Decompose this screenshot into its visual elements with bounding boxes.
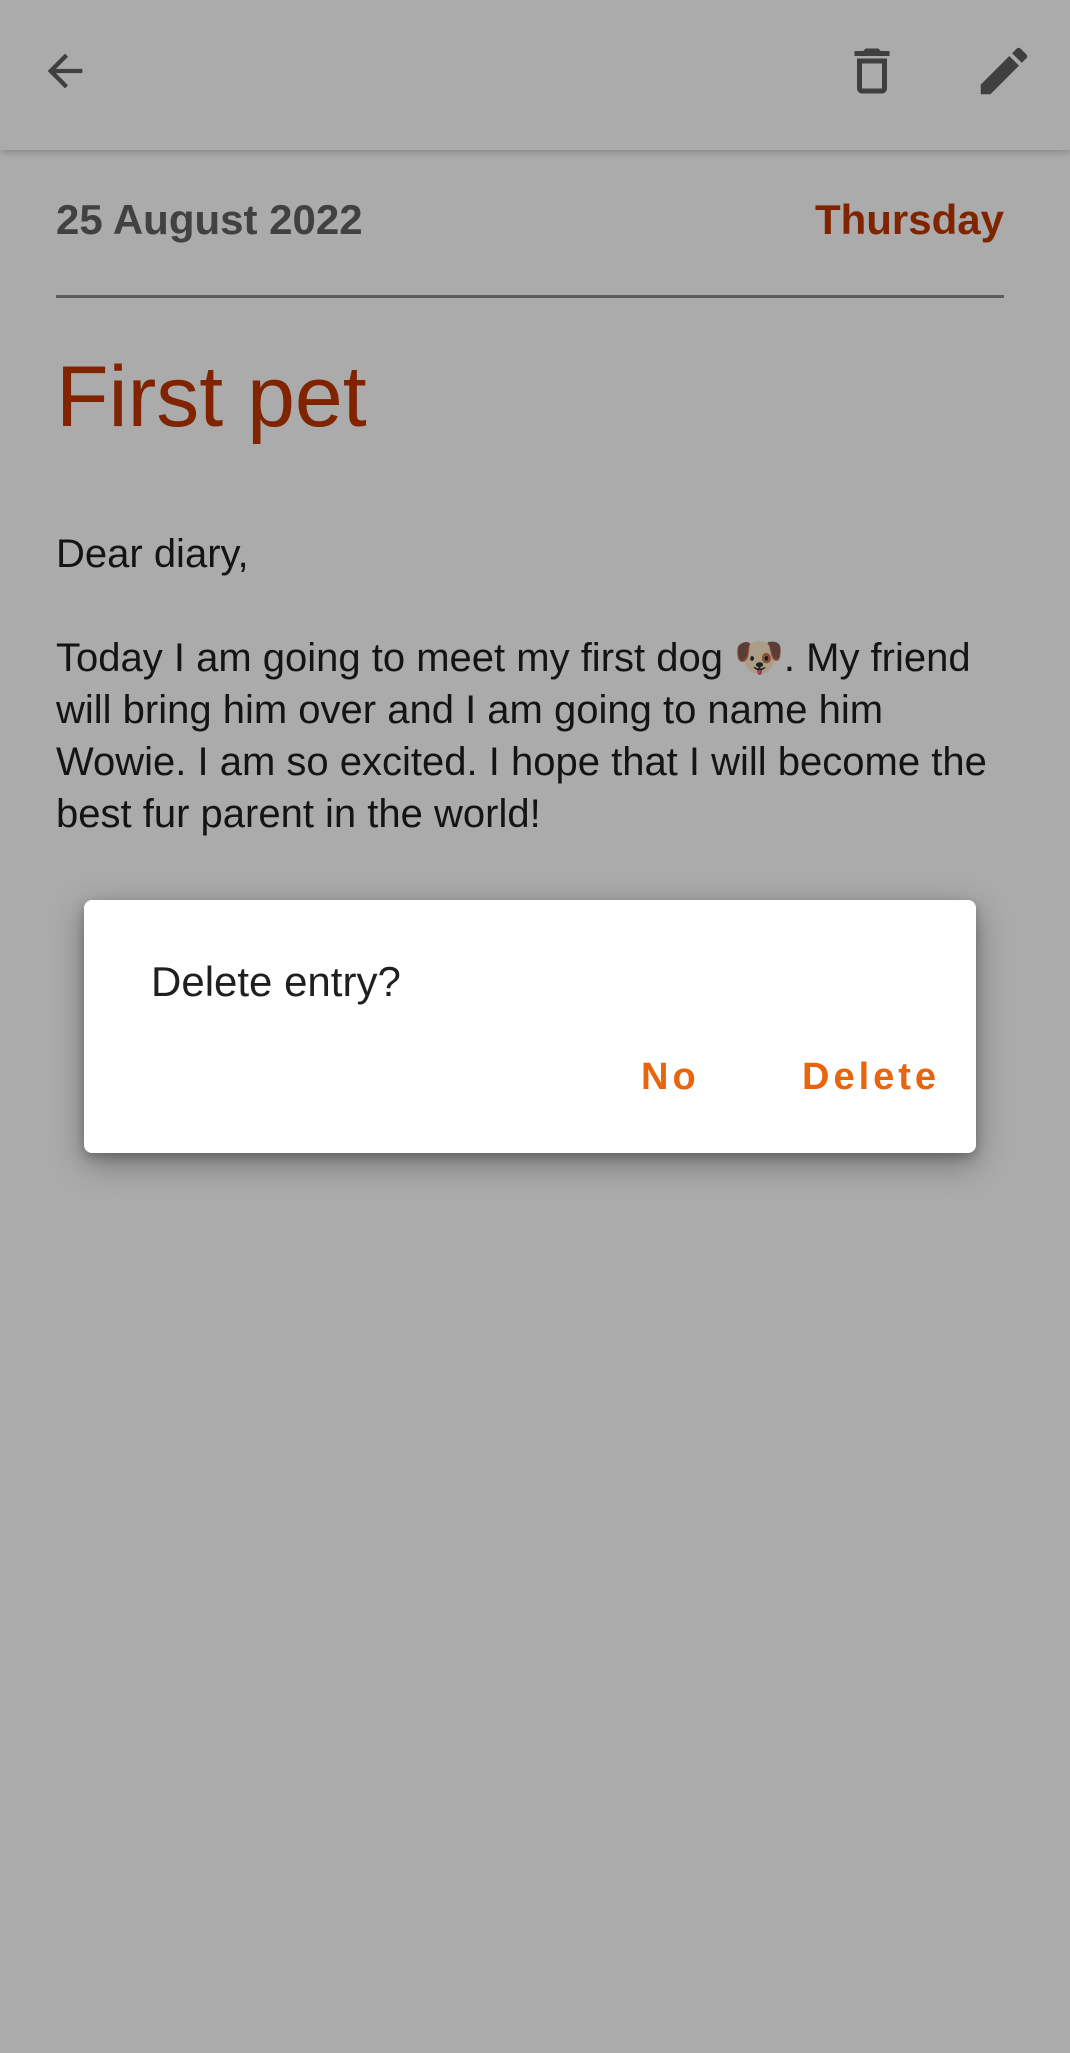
dialog-title: Delete entry? [151,958,401,1005]
no-button[interactable]: No [641,1056,700,1099]
confirm-delete-button[interactable]: Delete [802,1056,940,1099]
delete-dialog: Delete entry? No Delete [84,900,976,1153]
